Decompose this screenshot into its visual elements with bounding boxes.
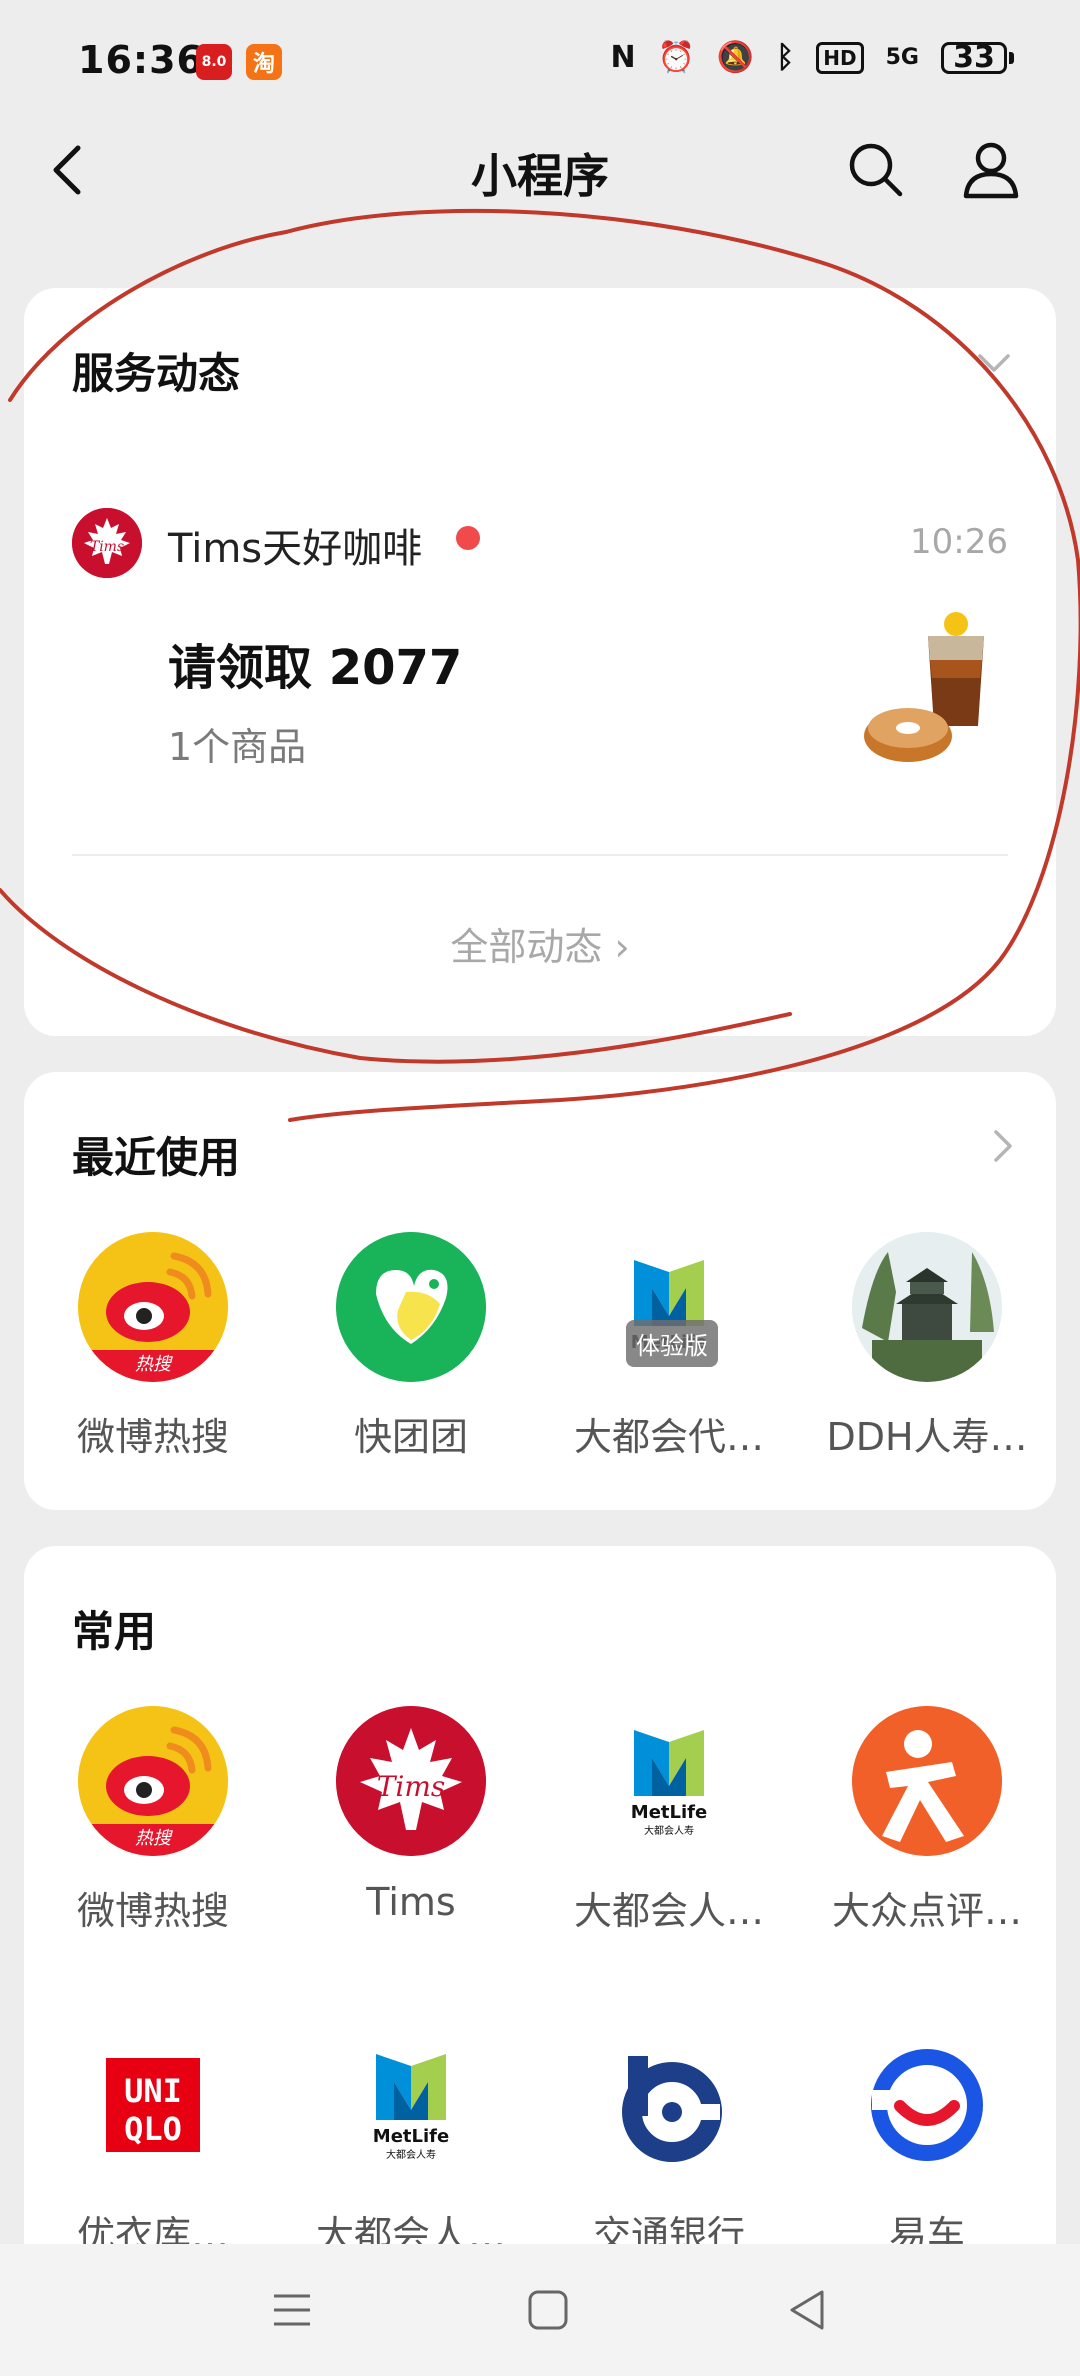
uniqlo-icon: UNI QLO	[78, 2030, 228, 2180]
kuaituantuan-icon	[336, 1232, 486, 1382]
weibo-hot-logo-text: 热搜	[135, 1828, 173, 1849]
common-app-metlife[interactable]: MetLife 大都会人寿 大都会人…	[540, 1706, 798, 1935]
nav-bar: 小程序	[0, 120, 1080, 220]
weibo-hot-icon: 热搜	[78, 1706, 228, 1856]
common-apps-row-2: UNI QLO 优衣库… MetLife 大都会人寿 大都会人… 交通银行 易车	[24, 2030, 1056, 2259]
alarm-icon: ⏰	[657, 40, 695, 75]
common-app-yiche[interactable]: 易车	[798, 2030, 1056, 2259]
common-app-tims[interactable]: Tims Tims	[282, 1706, 540, 1935]
metlife-icon: MetLife 大都会人寿	[594, 1706, 744, 1856]
common-apps-row-1: 热搜 微博热搜 Tims Tims MetLife 大都会人寿 大都会人… 大众…	[24, 1706, 1056, 1935]
app-label: 大都会代…	[573, 1415, 764, 1459]
castle-photo-icon	[852, 1232, 1002, 1382]
bluetooth-icon: ᛒ	[776, 40, 795, 75]
dianping-icon	[852, 1706, 1002, 1856]
status-icons: N ⏰ 🔕 ᛒ HD 5G 33	[610, 40, 1014, 75]
frequently-used-card: 常用 热搜 微博热搜 Tims Tims MetLife 大都会人寿 大都会人……	[24, 1546, 1056, 2346]
service-updates-card: 服务动态 Tims Tims天好咖啡 10:26 请领取 2077 1个商品 全…	[24, 288, 1056, 1036]
metlife-icon: MetLife 大都会人寿	[336, 2030, 486, 2180]
bocom-icon	[594, 2030, 744, 2180]
hd-icon: HD	[816, 41, 864, 74]
mute-icon: 🔕	[716, 40, 755, 75]
common-app-bocom[interactable]: 交通银行	[540, 2030, 798, 2259]
weibo-hot-logo-text: 热搜	[135, 1354, 173, 1375]
coffee-donut-image	[864, 612, 984, 762]
taobao-badge-text: 淘	[252, 52, 275, 77]
service-updates-title: 服务动态	[72, 349, 241, 398]
service-app-name: Tims天好咖啡	[168, 526, 423, 572]
recent-app-ddh[interactable]: DDH人寿…	[798, 1232, 1056, 1461]
app-label: 大众点评…	[831, 1889, 1022, 1933]
app-label: 微博热搜	[76, 1415, 229, 1459]
notification-app-icon: 8.0	[196, 44, 232, 80]
service-headline: 请领取 2077	[168, 640, 463, 696]
user-icon[interactable]	[960, 138, 1022, 200]
tims-icon: Tims	[336, 1706, 486, 1856]
service-subtitle: 1个商品	[168, 725, 307, 769]
recently-used-card: 最近使用 热搜 微博热搜 快团团 大都会代… DDH人寿…	[24, 1072, 1056, 1510]
metlife-logo-text: MetLife	[373, 2126, 449, 2147]
taobao-notification-icon: 淘	[246, 44, 282, 80]
uniqlo-logo-text-bottom: QLO	[124, 2110, 182, 2148]
metlife-logo-subtext: 大都会人寿	[386, 2148, 436, 2161]
status-time: 16:36	[78, 38, 204, 82]
recent-apps-grid: 热搜 微博热搜 快团团 MetLi	[24, 1232, 1056, 1461]
nfc-icon: N	[610, 40, 636, 75]
app-label: Tims	[366, 1880, 456, 1924]
app-label: DDH人寿…	[826, 1415, 1028, 1459]
trial-version-badge: 体验版	[626, 1320, 718, 1367]
uniqlo-logo-text-top: UNI	[124, 2072, 182, 2110]
battery-icon: 33	[941, 40, 1014, 75]
app-label: 微博热搜	[76, 1889, 229, 1933]
metlife-logo-subtext: 大都会人寿	[644, 1824, 694, 1837]
common-app-uniqlo[interactable]: UNI QLO 优衣库…	[24, 2030, 282, 2259]
recent-app-weibo-hot[interactable]: 热搜 微博热搜	[24, 1232, 282, 1461]
app-label: 快团团	[353, 1415, 468, 1459]
tims-logo-text: Tims	[377, 1770, 446, 1803]
tims-logo-text: Tims	[90, 539, 124, 555]
page-title: 小程序	[471, 149, 609, 203]
service-time: 10:26	[910, 522, 1008, 562]
common-app-dianping[interactable]: 大众点评…	[798, 1706, 1056, 1935]
signal-icon: 5G	[885, 45, 919, 70]
notification-app-badge-text: 8.0	[201, 54, 227, 70]
search-icon[interactable]	[844, 138, 906, 200]
chevron-down-icon[interactable]	[976, 344, 1012, 380]
home-icon[interactable]	[522, 2284, 574, 2336]
common-app-metlife-2[interactable]: MetLife 大都会人寿 大都会人…	[282, 2030, 540, 2259]
app-label: 大都会人…	[573, 1889, 764, 1933]
unread-dot	[456, 526, 480, 550]
tims-logo-icon: Tims	[72, 508, 142, 578]
metlife-logo-text: MetLife	[631, 1802, 707, 1823]
battery-level: 33	[953, 40, 995, 75]
back-nav-icon[interactable]	[782, 2284, 834, 2336]
recently-used-title: 最近使用	[72, 1133, 241, 1182]
chevron-right-icon[interactable]	[984, 1128, 1020, 1164]
divider	[72, 854, 1008, 856]
menu-icon[interactable]	[266, 2284, 318, 2336]
recent-app-kuaituantuan[interactable]: 快团团	[282, 1232, 540, 1461]
common-app-weibo-hot[interactable]: 热搜 微博热搜	[24, 1706, 282, 1935]
all-updates-link[interactable]: 全部动态 ›	[24, 916, 1056, 971]
weibo-hot-icon: 热搜	[78, 1232, 228, 1382]
yiche-icon	[852, 2030, 1002, 2180]
status-bar: 16:36 8.0 淘 N ⏰ 🔕 ᛒ HD 5G 33	[0, 0, 1080, 120]
system-navigation-bar	[0, 2244, 1080, 2376]
frequently-used-title: 常用	[72, 1607, 157, 1656]
